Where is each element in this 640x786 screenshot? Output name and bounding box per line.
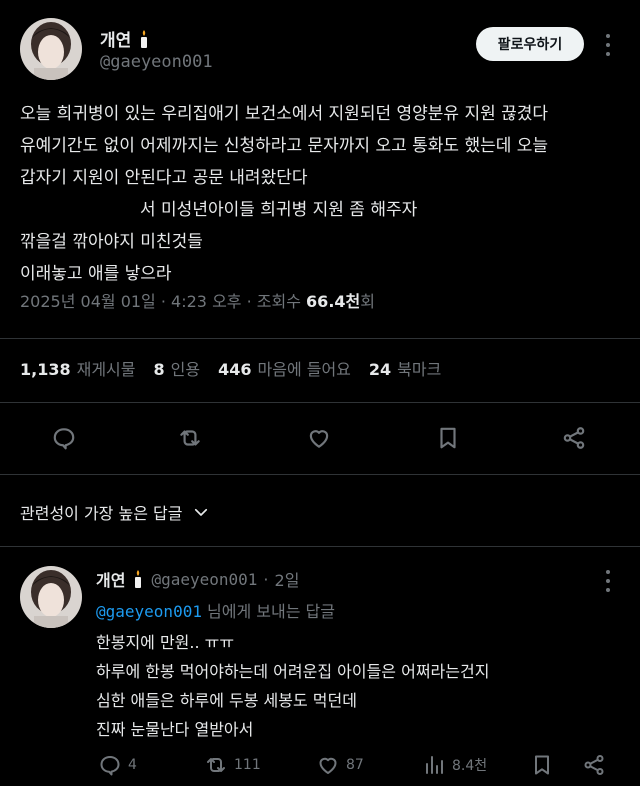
reply-button[interactable]: 4 — [98, 750, 137, 780]
views-label: 조회수 — [256, 292, 301, 311]
post-text-fragment: 서 미성년아이들 희귀병 지원 좀 해주자 — [140, 200, 418, 220]
repost-icon — [207, 758, 225, 772]
reply-icon — [100, 756, 120, 776]
repost-count: 111 — [234, 757, 261, 773]
more-icon[interactable] — [600, 34, 616, 56]
more-icon[interactable] — [600, 570, 616, 592]
bookmarks-label: 북마크 — [397, 360, 442, 379]
post-text-line: 이래놓고 애를 낳으라 — [20, 264, 172, 284]
bookmarks-stat[interactable]: 24 북마크 — [369, 356, 441, 380]
author-handle[interactable]: @gaeyeon001 — [100, 52, 213, 72]
reply-text: 한봉지에 만원.. ㅠㅠ 하루에 한봉 먹어야하는데 어려운집 아이들은 어쩌라… — [96, 628, 489, 744]
post-text-line: 서 미성년아이들 희귀병 지원 좀 해주자 — [20, 194, 620, 226]
post-text-line: 오늘 희귀병이 있는 우리집애기 보건소에서 지원되던 영양분유 지원 끊겼다 — [20, 104, 549, 124]
post-text-line: 갑자기 지원이 안된다고 공문 내려왔단다 — [20, 168, 308, 188]
post-time[interactable]: 4:23 오후 — [171, 292, 241, 311]
likes-label: 마음에 들어요 — [257, 360, 351, 379]
share-icon[interactable] — [556, 420, 592, 456]
reply-icon[interactable] — [46, 420, 82, 456]
engagement-stats: 1,138 재게시물 8 인용 446 마음에 들어요 24 북마크 — [20, 356, 441, 380]
reply-text-line: 진짜 눈물난다 열받아서 — [96, 720, 254, 739]
likes-count: 446 — [218, 360, 252, 379]
reply-header: 개연 @gaeyeon001 · 2일 — [96, 567, 299, 591]
quotes-label: 인용 — [170, 360, 201, 379]
divider — [0, 546, 640, 547]
like-button[interactable]: 87 — [316, 750, 364, 780]
bookmarks-count: 24 — [368, 360, 392, 379]
heart-icon — [319, 757, 337, 774]
heart-icon[interactable] — [301, 420, 337, 456]
author-display-name[interactable]: 개연 — [100, 26, 131, 51]
reply-to-mention[interactable]: @gaeyeon001 — [96, 602, 202, 621]
quotes-stat[interactable]: 8 인용 — [154, 356, 201, 380]
bookmark-icon[interactable] — [530, 750, 554, 780]
divider — [0, 402, 640, 403]
like-count: 87 — [346, 757, 364, 773]
views-count: 8.4천 — [452, 758, 488, 774]
candle-emoji-icon — [135, 570, 142, 588]
reply-sort-label: 관련성이 가장 높은 답글 — [20, 504, 183, 523]
reply-action-bar: 4 111 87 8.4천 — [0, 750, 640, 780]
likes-stat[interactable]: 446 마음에 들어요 — [218, 356, 351, 380]
replying-to: @gaeyeon001 님에게 보내는 답글 — [96, 598, 335, 622]
share-icon[interactable] — [582, 750, 606, 780]
reply-sort-dropdown[interactable]: 관련성이 가장 높은 답글 — [20, 500, 210, 524]
analytics-icon — [426, 756, 443, 774]
reposts-stat[interactable]: 1,138 재게시물 — [20, 356, 136, 380]
reposts-count: 1,138 — [20, 360, 71, 379]
views-count: 66.4천 — [306, 292, 361, 311]
reply-handle[interactable]: @gaeyeon001 — [151, 570, 257, 589]
repost-icon[interactable] — [172, 420, 208, 456]
reposts-label: 재게시물 — [76, 360, 136, 379]
reply-text-line: 한봉지에 만원.. ㅠㅠ — [96, 633, 235, 652]
reply-timestamp[interactable]: 2일 — [275, 567, 300, 591]
reply-display-name[interactable]: 개연 — [96, 567, 125, 591]
reply-avatar[interactable] — [20, 566, 82, 628]
reply-text-line: 심한 애들은 하루에 두봉 세봉도 먹던데 — [96, 691, 357, 710]
views-suffix: 회 — [360, 292, 375, 311]
reply-count: 4 — [128, 757, 137, 773]
avatar[interactable] — [20, 18, 82, 80]
divider — [0, 338, 640, 339]
divider — [0, 474, 640, 475]
candle-emoji-icon — [141, 29, 148, 48]
post-text: 오늘 희귀병이 있는 우리집애기 보건소에서 지원되던 영양분유 지원 끊겼다 … — [20, 98, 620, 290]
reply-text-line: 하루에 한봉 먹어야하는데 어려운집 아이들은 어쩌라는건지 — [96, 662, 490, 681]
follow-button[interactable]: 팔로우하기 — [476, 27, 584, 61]
views-button[interactable]: 8.4천 — [422, 750, 487, 780]
post-date[interactable]: 2025년 04월 01일 — [20, 292, 156, 311]
author-name-row: 개연 — [100, 26, 151, 51]
repost-button[interactable]: 111 — [204, 750, 261, 780]
main-post: 개연 @gaeyeon001 팔로우하기 오늘 희귀병이 있는 우리집애기 보건… — [0, 0, 640, 475]
post-metadata: 2025년 04월 01일 · 4:23 오후 · 조회수 66.4천회 — [20, 292, 375, 311]
redacted-area — [20, 201, 140, 219]
post-action-bar — [0, 420, 640, 456]
reply-to-suffix: 님에게 보내는 답글 — [201, 602, 335, 621]
bookmark-icon[interactable] — [430, 420, 466, 456]
post-text-line: 깎을걸 깎아야지 미친것들 — [20, 232, 203, 252]
chevron-down-icon — [195, 508, 208, 516]
quotes-count: 8 — [153, 360, 165, 379]
post-text-line: 유예기간도 없이 어제까지는 신청하라고 문자까지 오고 통화도 했는데 오늘 — [20, 136, 549, 156]
